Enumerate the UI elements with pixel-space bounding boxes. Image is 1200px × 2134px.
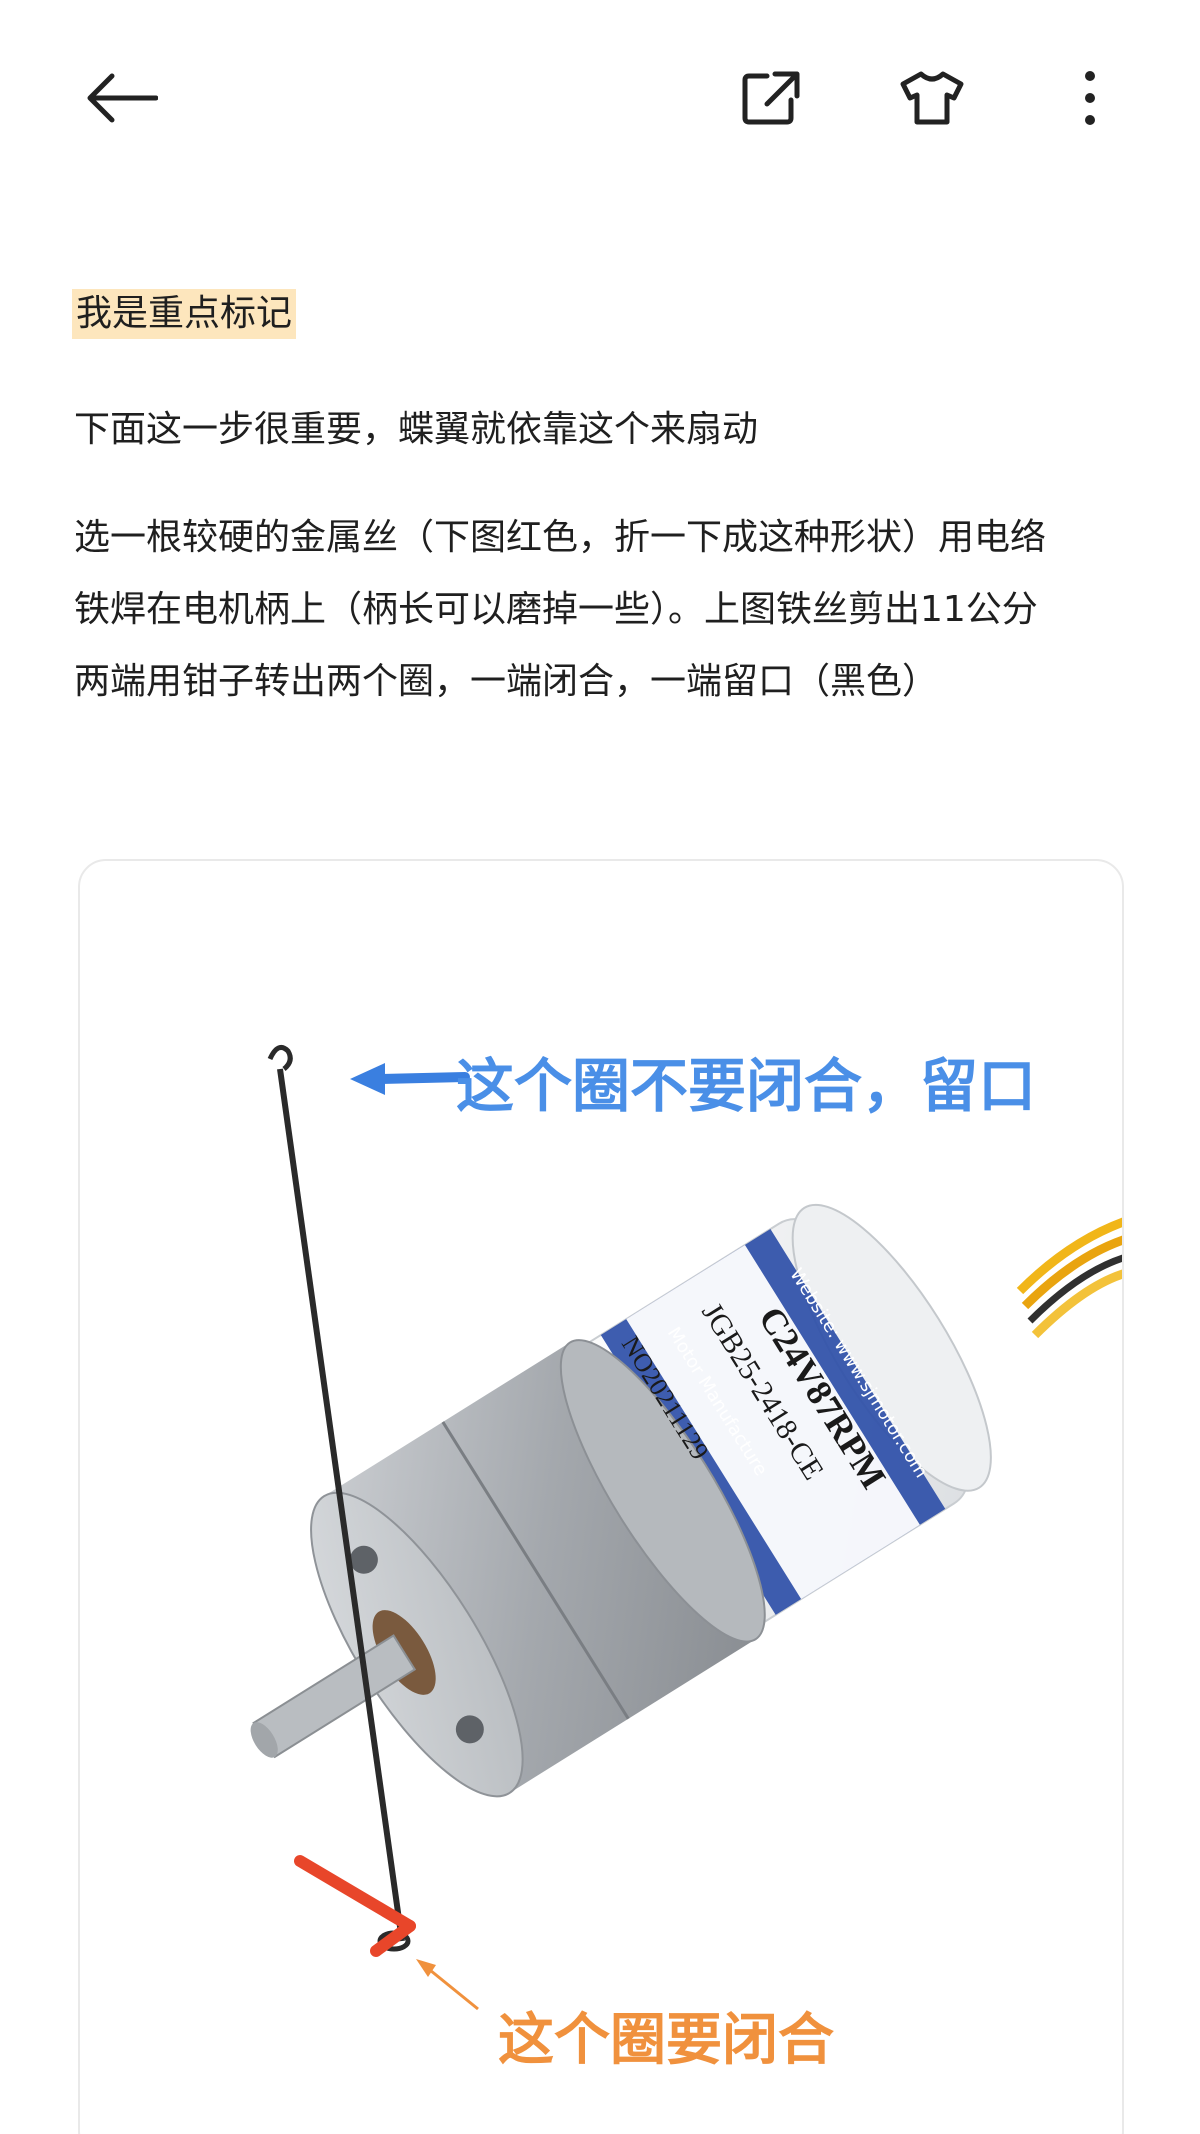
top-bar: [0, 0, 1200, 200]
motor-body: [250, 1203, 992, 1798]
more-button[interactable]: [1040, 48, 1140, 148]
share-button[interactable]: [721, 48, 821, 148]
tshirt-icon: [900, 71, 964, 125]
arrow-left-icon: [87, 73, 158, 123]
annotation-open-loop: 这个圈不要闭合，留口: [456, 1052, 1037, 1120]
more-vertical-icon: [1085, 71, 1095, 125]
paragraph-line: 选一根较硬的金属丝（下图红色，折一下成这种形状）用电络: [74, 517, 1047, 558]
annotation-closed-loop: 这个圈要闭合: [498, 2008, 834, 2073]
paragraph-line: 铁焊在电机柄上（柄长可以磨掉一些）。上图铁丝剪出11公分: [74, 589, 1038, 630]
article-page: 我是重点标记 下面这一步很重要，蝶翼就依靠这个来扇动 选一根较硬的金属丝（下图红…: [0, 0, 1200, 2134]
paragraph-instructions: 选一根较硬的金属丝（下图红色，折一下成这种形状）用电络 铁焊在电机柄上（柄长可以…: [74, 502, 1134, 718]
back-button[interactable]: [72, 48, 172, 148]
motor-wires: [1016, 1217, 1122, 1339]
paragraph-intro: 下面这一步很重要，蝶翼就依靠这个来扇动: [74, 409, 759, 450]
share-external-icon: [742, 71, 800, 125]
highlight-mark: 我是重点标记: [72, 289, 297, 339]
annotation-arrow-orange: [416, 1959, 479, 2011]
paragraph-line: 两端用钳子转出两个圈，一端闭合，一端留口（黑色）: [74, 661, 939, 702]
article-content: 我是重点标记 下面这一步很重要，蝶翼就依靠这个来扇动 选一根较硬的金属丝（下图红…: [72, 278, 1134, 718]
annotation-arrow-blue: [350, 1063, 470, 1095]
motor-image-card[interactable]: Website: www.sjmotor.com C24V87RPM JGB25…: [78, 859, 1124, 2134]
skin-button[interactable]: [882, 48, 982, 148]
